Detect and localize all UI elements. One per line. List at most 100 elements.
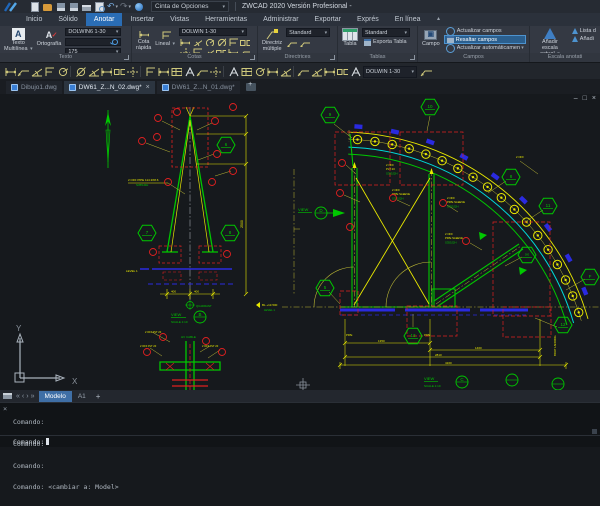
preview-icon[interactable]	[94, 1, 105, 12]
dim-baseline-icon[interactable]	[144, 67, 156, 77]
layout-tab-model[interactable]: Modelo	[39, 391, 72, 402]
spell-button[interactable]: A Ortografía	[35, 27, 64, 52]
find-text-input[interactable]	[65, 38, 121, 46]
linear-dim-button[interactable]: Lineal ▾	[153, 27, 177, 52]
minimize-icon[interactable]: –	[574, 95, 578, 103]
cad-drawing[interactable]: 400 400 2500 2 OFF PIPE 114.3X8.6 S355J2…	[0, 94, 600, 390]
update-fields-button[interactable]: Actualizar campos	[444, 27, 526, 35]
panel-label-tablas[interactable]: Tablas	[338, 53, 417, 62]
mtext-button[interactable]: A Texto Multilínea ▾	[2, 27, 35, 52]
plot-icon[interactable]	[81, 1, 92, 12]
dim-diameter-icon[interactable]	[74, 67, 86, 77]
dim-aligned-icon[interactable]	[17, 67, 29, 77]
dim-leader-icon[interactable]	[196, 67, 208, 77]
dim-edit-icon[interactable]	[227, 67, 239, 77]
doc-tab-dibujo1[interactable]: Dibujo1.dwg	[6, 81, 62, 94]
doc-tab-dw61-01[interactable]: DW61_Z...N_01.dwg*	[157, 81, 240, 94]
add-layout-icon[interactable]: +	[96, 392, 101, 401]
restore-icon[interactable]: □	[583, 95, 587, 103]
prev-layout-icon[interactable]: ‹	[22, 393, 24, 400]
workspace-select[interactable]: Cinta de Opciones ▾	[151, 1, 229, 12]
dialog-launcher-icon[interactable]	[410, 55, 415, 60]
online-icon[interactable]	[133, 1, 144, 12]
doc-tab-dw61-02[interactable]: DW61_Z...N_02.dwg* ×	[64, 81, 155, 94]
tab-vistas[interactable]: Vistas	[162, 13, 197, 26]
save-icon[interactable]	[55, 1, 66, 12]
command-window[interactable]: × Comando: Comando: Comando: Comando: <c…	[0, 402, 600, 447]
dim-angular-icon[interactable]	[87, 67, 99, 77]
resize-grip[interactable]	[592, 429, 597, 434]
dim-continue-icon[interactable]	[157, 67, 169, 77]
scale-list-button[interactable]: Lista d	[570, 27, 598, 35]
dim-diameter-icon[interactable]	[215, 38, 226, 46]
auto-update-button[interactable]: Actualizar automáticamente ▾	[444, 44, 526, 52]
dim-style-select[interactable]: DOLWIN 1-30 ▾	[179, 28, 247, 36]
tab-herramientas[interactable]: Herramientas	[197, 13, 255, 26]
dim-angular-icon[interactable]	[191, 38, 202, 46]
export-table-button[interactable]: Exporta Tabla	[362, 38, 410, 46]
close-icon[interactable]: ×	[592, 95, 596, 103]
save-as-icon[interactable]	[68, 1, 79, 12]
table-style-select[interactable]: Standard ▾	[362, 28, 410, 37]
ribbon-collapse-icon[interactable]: ▴	[432, 13, 444, 26]
close-tab-icon[interactable]: ×	[146, 84, 150, 91]
text-style-icon[interactable]	[349, 67, 361, 77]
close-command-icon[interactable]: ×	[3, 405, 7, 413]
tolerance-icon[interactable]	[336, 67, 348, 77]
mleader-collect-icon[interactable]	[323, 67, 335, 77]
highlight-fields-button[interactable]: Resaltar campos	[444, 35, 526, 44]
panel-label-cotas[interactable]: Cotas	[132, 53, 257, 62]
mleader-icon[interactable]	[297, 67, 309, 77]
dim-space-icon[interactable]	[170, 67, 182, 77]
open-file-icon[interactable]	[42, 1, 53, 12]
panel-label-texto[interactable]: Texto	[0, 53, 131, 62]
dim-break-icon[interactable]	[266, 67, 278, 77]
tab-inicio[interactable]: Inicio	[18, 13, 50, 26]
dim-update-icon[interactable]	[240, 67, 252, 77]
mleader-add-icon[interactable]	[286, 39, 297, 47]
dim-linear-icon[interactable]	[4, 67, 16, 77]
field-button[interactable]: ▣ Campo	[420, 27, 442, 52]
undo-icon[interactable]: ↶▾	[107, 1, 118, 12]
text-style-select[interactable]: DOLWIN6 1-30 ▾	[65, 28, 121, 36]
dialog-launcher-icon[interactable]	[250, 55, 255, 60]
mleader-align-icon[interactable]	[310, 67, 322, 77]
dialog-launcher-icon[interactable]	[124, 55, 129, 60]
layout-tab-a1[interactable]: A1	[72, 391, 92, 402]
dim-arc-length-icon[interactable]	[30, 67, 42, 77]
plot-layout-icon[interactable]	[3, 393, 12, 399]
tab-administrar[interactable]: Administrar	[255, 13, 306, 26]
drawing-canvas[interactable]: – □ × 400 400 2500 2 OFF	[0, 94, 600, 390]
tab-insertar[interactable]: Insertar	[122, 13, 162, 26]
tab-anotar[interactable]: Anotar	[86, 13, 123, 26]
redo-icon[interactable]: ↷▾	[120, 1, 131, 12]
tab-en-linea[interactable]: En línea	[387, 13, 429, 26]
dim-text-edit-icon[interactable]	[183, 67, 195, 77]
tab-expres[interactable]: Exprés	[349, 13, 387, 26]
panel-label-escala[interactable]: Escala anotati	[530, 53, 600, 62]
dim-baseline-icon[interactable]	[227, 38, 238, 46]
dim-style-manager-icon[interactable]	[420, 67, 432, 77]
quick-dim-button[interactable]: Cota rápida	[134, 27, 153, 52]
dim-tolerance-icon[interactable]	[113, 67, 125, 77]
last-layout-icon[interactable]: »	[31, 393, 35, 400]
dim-ordinate-icon[interactable]	[43, 67, 55, 77]
dialog-launcher-icon[interactable]	[330, 55, 335, 60]
dim-jog-icon[interactable]	[279, 67, 291, 77]
next-layout-icon[interactable]: ›	[26, 393, 28, 400]
dim-override-icon[interactable]	[253, 67, 265, 77]
scale-add-button[interactable]: Añadi	[570, 35, 598, 43]
new-document-button[interactable]	[246, 83, 256, 91]
panel-label-directrices[interactable]: Directrices	[258, 53, 337, 62]
add-scale-button[interactable]: Añadir escala actual ▾	[532, 27, 568, 52]
dim-aligned-icon[interactable]	[179, 38, 190, 46]
mleader-button[interactable]: Directriz múltiple	[260, 27, 284, 52]
command-input[interactable]: Comando:	[0, 435, 600, 447]
dim-radius-icon[interactable]	[56, 67, 68, 77]
mleader-style-select[interactable]: Standard ▾	[286, 28, 330, 37]
new-file-icon[interactable]	[29, 1, 40, 12]
center-mark-icon[interactable]	[126, 67, 138, 77]
dim-radius-icon[interactable]	[203, 38, 214, 46]
dim-oblique-icon[interactable]	[209, 67, 221, 77]
panel-label-campos[interactable]: Campos	[418, 53, 529, 62]
